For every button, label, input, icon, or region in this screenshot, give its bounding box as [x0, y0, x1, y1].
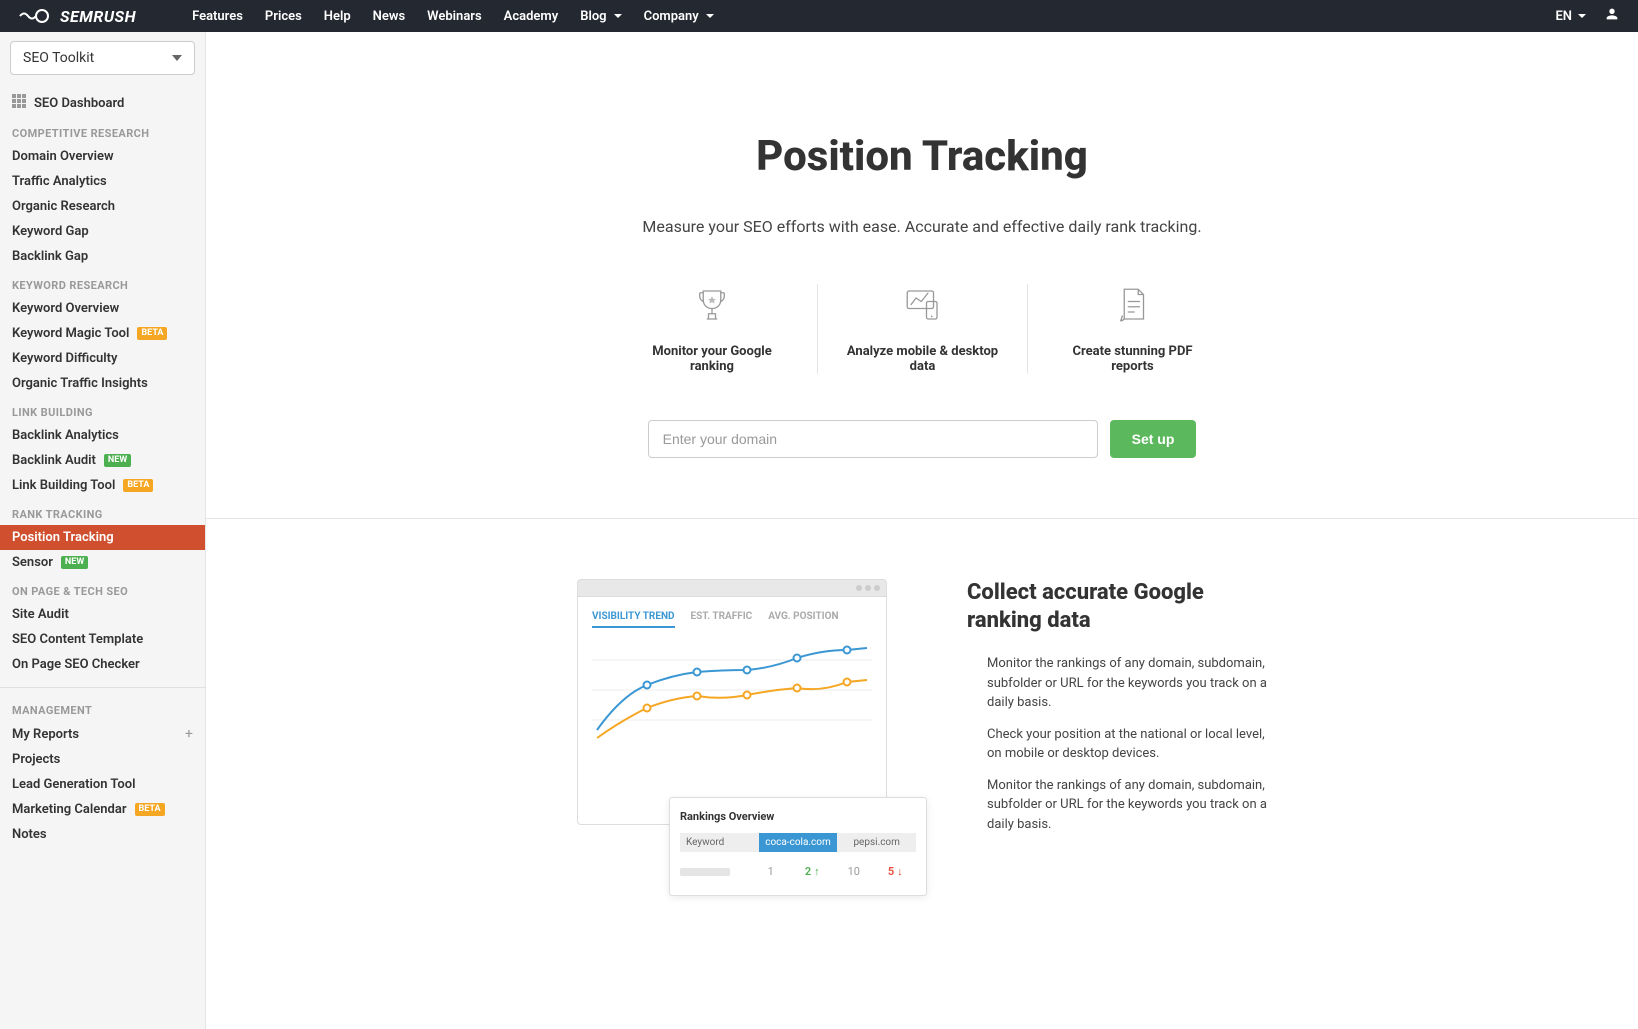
promo-p1: Monitor the rankings of any domain, subd…: [967, 654, 1267, 713]
language-selector[interactable]: EN: [1555, 9, 1586, 24]
section-label: COMPETITIVE RESEARCH: [0, 117, 205, 144]
line-chart-icon: [592, 640, 872, 740]
feature-row: Monitor your Google ranking Analyze mobi…: [226, 284, 1618, 374]
top-nav: Features Prices Help News Webinars Acade…: [192, 9, 714, 24]
section-label: KEYWORD RESEARCH: [0, 269, 205, 296]
beta-badge: BETA: [137, 327, 167, 340]
sidebar-item-dashboard[interactable]: SEO Dashboard: [0, 89, 205, 117]
domain-input[interactable]: [648, 420, 1098, 458]
sidebar-item-site-audit[interactable]: Site Audit: [0, 602, 205, 627]
section-label: ON PAGE & TECH SEO: [0, 575, 205, 602]
sidebar-item-keyword-overview[interactable]: Keyword Overview: [0, 296, 205, 321]
sidebar-item-backlink-audit[interactable]: Backlink AuditNEW: [0, 448, 205, 473]
nav-help[interactable]: Help: [324, 9, 351, 24]
window-chrome-icon: [577, 579, 887, 597]
nav-company[interactable]: Company: [644, 9, 714, 24]
beta-badge: BETA: [135, 803, 165, 816]
setup-button[interactable]: Set up: [1110, 420, 1197, 458]
nav-features[interactable]: Features: [192, 9, 243, 24]
brand-logo[interactable]: SEMRUSH: [18, 7, 136, 26]
sidebar-item-seo-content-template[interactable]: SEO Content Template: [0, 627, 205, 652]
plus-icon[interactable]: +: [185, 726, 193, 742]
beta-badge: BETA: [123, 479, 153, 492]
section-management: MANAGEMENT: [0, 694, 205, 721]
nav-news[interactable]: News: [373, 9, 405, 24]
sidebar-item-keyword-gap[interactable]: Keyword Gap: [0, 219, 205, 244]
chevron-down-icon: [706, 14, 714, 18]
chart-preview: VISIBILITY TREND EST. TRAFFIC AVG. POSIT…: [577, 579, 887, 846]
tab-visibility[interactable]: VISIBILITY TREND: [592, 611, 675, 628]
overview-title: Rankings Overview: [680, 810, 916, 823]
chevron-down-icon: [614, 14, 622, 18]
feature-monitor: Monitor your Google ranking: [607, 284, 817, 374]
sidebar-item-lead-generation-tool[interactable]: Lead Generation Tool: [0, 772, 205, 797]
promo-heading: Collect accurate Google ranking data: [967, 579, 1267, 634]
sidebar-item-link-building-tool[interactable]: Link Building ToolBETA: [0, 473, 205, 498]
sidebar-item-marketing-calendar[interactable]: Marketing CalendarBETA: [0, 797, 205, 822]
chevron-down-icon: [1578, 14, 1586, 18]
feature-analyze: Analyze mobile & desktop data: [817, 284, 1027, 374]
promo-section: VISIBILITY TREND EST. TRAFFIC AVG. POSIT…: [206, 519, 1638, 886]
toolkit-select[interactable]: SEO Toolkit: [10, 41, 195, 75]
tab-avg-position[interactable]: AVG. POSITION: [768, 611, 838, 628]
rankings-overview-card: Rankings Overview Keyword coca-cola.com …: [669, 797, 927, 896]
main-content: Position Tracking Measure your SEO effor…: [206, 32, 1638, 1029]
chevron-down-icon: [172, 55, 182, 61]
sidebar-item-backlink-analytics[interactable]: Backlink Analytics: [0, 423, 205, 448]
nav-academy[interactable]: Academy: [504, 9, 559, 24]
chart-tabs: VISIBILITY TREND EST. TRAFFIC AVG. POSIT…: [592, 611, 872, 628]
table-row: 1 2 10 5: [680, 860, 916, 883]
sidebar-item-sensor[interactable]: SensorNEW: [0, 550, 205, 575]
hero-subtitle: Measure your SEO efforts with ease. Accu…: [226, 217, 1618, 236]
sidebar-item-position-tracking[interactable]: Position Tracking: [0, 525, 205, 550]
tab-traffic[interactable]: EST. TRAFFIC: [691, 611, 753, 628]
nav-webinars[interactable]: Webinars: [427, 9, 482, 24]
trophy-icon: [691, 284, 733, 326]
sidebar-item-organic-research[interactable]: Organic Research: [0, 194, 205, 219]
sidebar-item-organic-traffic-insights[interactable]: Organic Traffic Insights: [0, 371, 205, 396]
col-domain-1[interactable]: coca-cola.com: [759, 833, 838, 852]
section-label: LINK BUILDING: [0, 396, 205, 423]
col-keyword: Keyword: [680, 833, 759, 852]
topbar: SEMRUSH Features Prices Help News Webina…: [0, 0, 1638, 32]
nav-blog[interactable]: Blog: [580, 9, 621, 24]
sidebar: SEO Toolkit SEO Dashboard COMPETITIVE RE…: [0, 32, 206, 1029]
sidebar-item-backlink-gap[interactable]: Backlink Gap: [0, 244, 205, 269]
sidebar-item-projects[interactable]: Projects: [0, 747, 205, 772]
sidebar-item-domain-overview[interactable]: Domain Overview: [0, 144, 205, 169]
grid-icon: [12, 94, 26, 112]
promo-p3: Monitor the rankings of any domain, subd…: [967, 776, 1267, 835]
promo-copy: Collect accurate Google ranking data Mon…: [967, 579, 1267, 846]
user-icon[interactable]: [1604, 6, 1620, 26]
page-title: Position Tracking: [226, 132, 1618, 181]
devices-icon: [902, 284, 944, 326]
sidebar-item-traffic-analytics[interactable]: Traffic Analytics: [0, 169, 205, 194]
sidebar-item-my-reports[interactable]: My Reports+: [0, 721, 205, 747]
nav-prices[interactable]: Prices: [265, 9, 302, 24]
feature-reports: Create stunning PDF reports: [1027, 284, 1237, 374]
section-label: RANK TRACKING: [0, 498, 205, 525]
hero: Position Tracking Measure your SEO effor…: [206, 32, 1638, 519]
sidebar-item-keyword-difficulty[interactable]: Keyword Difficulty: [0, 346, 205, 371]
new-badge: NEW: [104, 454, 131, 467]
sidebar-item-on-page-seo-checker[interactable]: On Page SEO Checker: [0, 652, 205, 677]
document-icon: [1112, 284, 1154, 326]
col-domain-2[interactable]: pepsi.com: [837, 833, 916, 852]
sidebar-item-notes[interactable]: Notes: [0, 822, 205, 847]
new-badge: NEW: [61, 556, 88, 569]
promo-p2: Check your position at the national or l…: [967, 725, 1267, 764]
sidebar-item-keyword-magic-tool[interactable]: Keyword Magic ToolBETA: [0, 321, 205, 346]
